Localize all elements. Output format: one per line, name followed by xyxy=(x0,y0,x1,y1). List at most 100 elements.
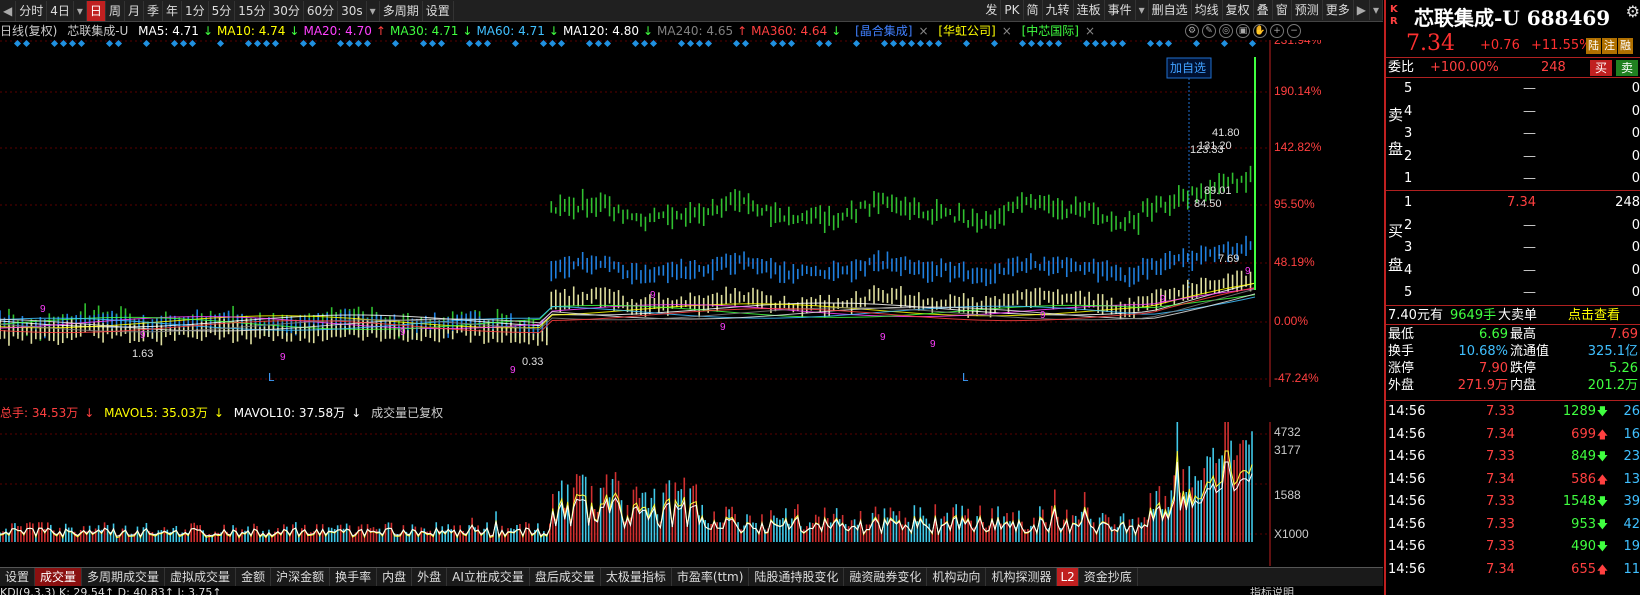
indicator-tab-2[interactable]: 多周期成交量 xyxy=(82,568,166,586)
tick-time: 14:56 xyxy=(1388,404,1426,419)
tool-button-9[interactable]: 叠 xyxy=(1254,0,1273,20)
period-button-4[interactable]: 月 xyxy=(125,0,144,21)
dropdown-icon-4[interactable]: ▾ xyxy=(1370,0,1383,20)
period-button-3[interactable]: 周 xyxy=(106,0,125,21)
sell-row-3[interactable]: 3 — 0 xyxy=(1386,123,1640,145)
tool-button-0[interactable]: 发 xyxy=(982,0,1002,20)
tool-button-12[interactable]: 更多 xyxy=(1323,0,1354,20)
event-marker-icon xyxy=(741,40,750,48)
buy-button[interactable]: 买 xyxy=(1590,60,1612,76)
tool-button-10[interactable]: 窗 xyxy=(1273,0,1292,20)
indicator-tab-16[interactable]: 机构探测器 xyxy=(986,568,1058,586)
sell-row-1[interactable]: 1 — 0 xyxy=(1386,168,1640,190)
sell-button[interactable]: 卖 xyxy=(1616,60,1638,76)
pen-icon[interactable]: ✎ xyxy=(1202,24,1216,38)
period-button-7[interactable]: 1分 xyxy=(182,0,209,21)
buy-row-2[interactable]: 2 — 0 xyxy=(1386,215,1640,237)
indicator-tab-8[interactable]: 外盘 xyxy=(412,568,448,586)
hand-icon[interactable]: ✋ xyxy=(1253,24,1267,38)
buy-row-3[interactable]: 3 — 0 xyxy=(1386,237,1640,259)
sell-row-2[interactable]: 2 — 0 xyxy=(1386,146,1640,168)
big-order-view-link[interactable]: 点击查看 xyxy=(1568,306,1620,326)
indicator-tab-5[interactable]: 沪深金额 xyxy=(271,568,331,586)
close-icon[interactable]: × xyxy=(1085,24,1095,38)
period-button-6[interactable]: 年 xyxy=(163,0,182,21)
compare-tag-2[interactable]: [中芯国际] xyxy=(1022,24,1079,38)
zoom-out-icon[interactable]: − xyxy=(1287,24,1301,38)
period-button-0[interactable]: 分时 xyxy=(16,0,48,21)
price-change-pct: +11.55% xyxy=(1531,38,1592,53)
indicator-help[interactable]: 指标说明 xyxy=(1250,587,1294,595)
period-button-9[interactable]: 15分 xyxy=(235,0,270,21)
volume-chart[interactable]: 4732 3177 1588 X1000 xyxy=(0,422,1330,566)
gear-icon[interactable]: ⚙ xyxy=(1626,2,1640,21)
tool-button-8[interactable]: 复权 xyxy=(1223,0,1254,20)
close-icon[interactable]: × xyxy=(1002,24,1012,38)
tool-button-4[interactable]: 连板 xyxy=(1074,0,1105,20)
period-button-11[interactable]: 60分 xyxy=(304,0,339,21)
indicator-tab-0[interactable]: 设置 xyxy=(0,568,36,586)
period-button-2[interactable]: 日 xyxy=(86,0,106,21)
badge-rong[interactable]: 融 xyxy=(1618,38,1633,54)
indicator-tab-7[interactable]: 内盘 xyxy=(377,568,413,586)
tool-button-5[interactable]: 事件 xyxy=(1105,0,1136,20)
indicator-tab-15[interactable]: 机构动向 xyxy=(927,568,987,586)
tool-button-3[interactable]: 九转 xyxy=(1043,0,1074,20)
indicator-tab-6[interactable]: 换手率 xyxy=(330,568,378,586)
nine-turn-mark: 9 xyxy=(140,330,146,341)
indicator-tab-12[interactable]: 市盈率(ttm) xyxy=(672,568,750,586)
indicator-tab-10[interactable]: 盘后成交量 xyxy=(530,568,601,586)
indicator-tab-13[interactable]: 陆股通持股变化 xyxy=(749,568,845,586)
close-icon[interactable]: × xyxy=(918,24,928,38)
period-button-8[interactable]: 5分 xyxy=(209,0,236,21)
sell-row-5[interactable]: 5 — 0 xyxy=(1386,78,1640,100)
indicator-tab-3[interactable]: 虚拟成交量 xyxy=(165,568,237,586)
indicator-tab-11[interactable]: 太极量指标 xyxy=(601,568,672,586)
period-button-12[interactable]: 30s xyxy=(338,0,367,21)
multi-period-button[interactable]: 多周期 xyxy=(380,0,423,21)
tool-button-6[interactable]: 删自选 xyxy=(1149,0,1192,20)
stock-name-label: 芯联集成-U xyxy=(67,24,129,38)
kline-chart[interactable]: 231.94% 190.14% 142.82% 95.50% 48.19% 0.00% -4… xyxy=(0,40,1330,387)
target-icon[interactable]: ◎ xyxy=(1219,24,1233,38)
tick-volume: 655 xyxy=(1571,561,1596,577)
indicator-tab-17[interactable]: L2 xyxy=(1057,568,1079,586)
indicator-tab-18[interactable]: 资金抄底 xyxy=(1079,568,1138,586)
buy-row-4[interactable]: 4 — 0 xyxy=(1386,260,1640,282)
tick-volume: 699 xyxy=(1571,426,1596,442)
dropdown-icon-3[interactable]: ▾ xyxy=(1136,0,1149,20)
indicator-tab-14[interactable]: 融资融券变化 xyxy=(844,568,928,586)
indicator-tab-9[interactable]: AI立桩成交量 xyxy=(447,568,530,586)
indicator-tab-1[interactable]: 成交量 xyxy=(35,568,83,586)
l-marker: L xyxy=(268,371,275,384)
toolbar-right-group: 发 PK 简 九转 连板 事件 ▾ 删自选 均线 复权 叠 窗 预测 更多 ▶ … xyxy=(982,0,1383,20)
settings-button[interactable]: 设置 xyxy=(423,0,454,21)
compare-tag-0[interactable]: [晶合集成] xyxy=(855,24,912,38)
buy-row-1[interactable]: 1 7.34 248 xyxy=(1386,192,1640,214)
indicator-tab-4[interactable]: 金额 xyxy=(236,568,272,586)
tool-button-1[interactable]: PK xyxy=(1001,0,1024,20)
settings-icon[interactable]: ⚙ xyxy=(1185,24,1199,38)
prev-icon[interactable]: ◀ xyxy=(0,0,17,21)
tool-button-11[interactable]: 预测 xyxy=(1292,0,1323,20)
event-marker-icon xyxy=(677,40,686,48)
sell-row-4[interactable]: 4 — 0 xyxy=(1386,101,1640,123)
tool-button-7[interactable]: 均线 xyxy=(1192,0,1223,20)
event-marker-icon xyxy=(787,40,796,48)
period-button-10[interactable]: 30分 xyxy=(270,0,304,21)
lock-icon[interactable]: ▣ xyxy=(1236,24,1250,38)
dropdown-icon[interactable]: ▾ xyxy=(74,0,87,21)
period-button-5[interactable]: 季 xyxy=(144,0,163,21)
dropdown-icon-2[interactable]: ▾ xyxy=(367,0,380,21)
tick-list[interactable]: 14:56 7.33 1289 🡇 26 14:56 7.34 699 🡅 16 14:56 7.33… xyxy=(1386,400,1640,581)
kdj-text: KDJ(9,3,3) K: 29.54↑ D: 40.83↑ J: 3.75↑ xyxy=(0,587,222,595)
zoom-in-icon[interactable]: + xyxy=(1270,24,1284,38)
next-icon[interactable]: ▶ xyxy=(1354,0,1370,20)
badge-lu[interactable]: 陆 xyxy=(1586,38,1601,54)
period-button-1[interactable]: 4日 xyxy=(47,0,74,21)
compare-tag-1[interactable]: [华虹公司] xyxy=(938,24,995,38)
add-watchlist-label[interactable]: 加自选 xyxy=(1170,61,1206,75)
badge-zhu[interactable]: 注 xyxy=(1602,38,1617,54)
tool-button-2[interactable]: 简 xyxy=(1024,0,1043,20)
buy-row-5[interactable]: 5 — 0 xyxy=(1386,282,1640,304)
